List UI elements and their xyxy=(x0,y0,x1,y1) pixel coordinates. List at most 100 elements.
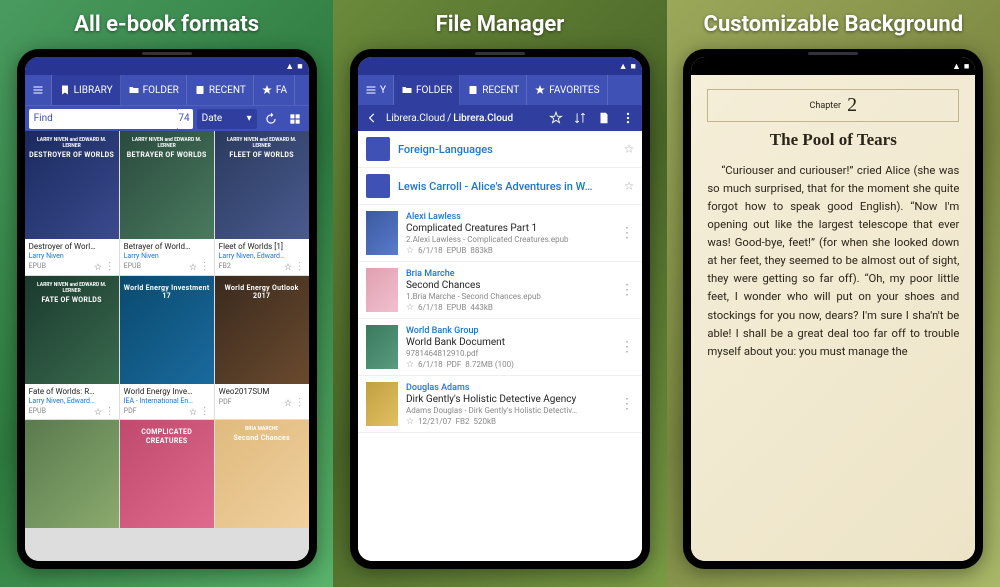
star-icon[interactable] xyxy=(406,360,414,368)
top-toolbar: Y FOLDER RECENT FAVORITES xyxy=(358,75,642,105)
tab-recent[interactable]: RECENT xyxy=(460,75,527,105)
folder-name: Foreign-Languages xyxy=(398,143,616,156)
book-icon xyxy=(467,84,479,96)
tab-favorites[interactable]: FAVORITES xyxy=(527,75,607,105)
sort-icon xyxy=(573,111,587,125)
book-format: PDF xyxy=(219,398,232,407)
menu-button[interactable] xyxy=(25,75,52,105)
card-button[interactable] xyxy=(594,108,614,128)
file-cover xyxy=(366,268,398,312)
chevron-down-icon: ▾ xyxy=(247,113,252,124)
star-icon[interactable] xyxy=(406,417,414,425)
star-icon[interactable] xyxy=(284,399,292,407)
book-item[interactable]: LARRY NIVEN and EDWARD M. LERNERBETRAYER… xyxy=(120,131,214,275)
status-bar: ▲■ xyxy=(358,57,642,75)
app-screen-folder: ▲■ Y FOLDER RECENT FAVORITES Librera.Clo… xyxy=(358,57,642,561)
back-button[interactable] xyxy=(362,108,382,128)
star-icon xyxy=(549,111,563,125)
more-icon[interactable]: ⋮ xyxy=(200,409,210,415)
book-item[interactable]: BRIA MARCHESecond Chances xyxy=(215,420,309,528)
sort-select[interactable]: Date▾ xyxy=(197,109,257,129)
view-grid-button[interactable] xyxy=(285,109,305,129)
book-title: Fleet of Worlds [1] xyxy=(219,242,305,252)
book-cover: LARRY NIVEN and EDWARD M. LERNERBETRAYER… xyxy=(120,131,214,239)
star-icon[interactable] xyxy=(94,408,102,416)
file-size: 8.72MB (100) xyxy=(465,360,514,369)
breadcrumb-path[interactable]: Librera.Cloud/Librera.Cloud xyxy=(386,113,542,124)
more-icon[interactable]: ⋮ xyxy=(620,400,634,408)
star-icon[interactable] xyxy=(624,181,634,191)
book-item[interactable]: LARRY NIVEN and EDWARD M. LERNERFATE OF … xyxy=(25,276,119,420)
book-grid: LARRY NIVEN and EDWARD M. LERNERDESTROYE… xyxy=(25,131,309,561)
bookmark-icon xyxy=(59,84,71,96)
more-icon[interactable]: ⋮ xyxy=(200,264,210,270)
folder-icon xyxy=(366,174,390,198)
book-item[interactable] xyxy=(25,420,119,528)
file-title: Dirk Gently's Holistic Detective Agency xyxy=(406,394,612,405)
reader-page[interactable]: Chapter 2 The Pool of Tears “Curiouser a… xyxy=(691,75,975,561)
tab-label: RECENT xyxy=(482,85,519,96)
book-item[interactable]: World Energy Outlook 2017Weo2017SUMPDF⋮ xyxy=(215,276,309,420)
file-list: Foreign-Languages Lewis Carroll - Alice's… xyxy=(358,131,642,561)
book-item[interactable]: LARRY NIVEN and EDWARD M. LERNERDESTROYE… xyxy=(25,131,119,275)
book-item[interactable]: LARRY NIVEN and EDWARD M. LERNERFLEET OF… xyxy=(215,131,309,275)
menu-button[interactable]: Y xyxy=(358,75,394,105)
star-icon[interactable] xyxy=(624,144,634,154)
more-icon[interactable]: ⋮ xyxy=(620,286,634,294)
file-name: 9781464812910.pdf xyxy=(406,349,612,358)
more-icon[interactable]: ⋮ xyxy=(620,229,634,237)
file-row[interactable]: Bria MarcheSecond Chances1.Bria Marche -… xyxy=(358,262,642,319)
book-format: FB2 xyxy=(219,262,231,271)
reader-body: “Curiouser and curiouser!” cried Alice (… xyxy=(707,162,959,361)
more-icon xyxy=(621,111,635,125)
status-bar: ▲■ xyxy=(691,57,975,75)
file-name: 1.Bria Marche - Second Chances.epub xyxy=(406,292,612,301)
more-icon[interactable]: ⋮ xyxy=(105,409,115,415)
folder-row[interactable]: Lewis Carroll - Alice's Adventures in W… xyxy=(358,168,642,205)
star-icon[interactable] xyxy=(189,408,197,416)
top-toolbar: LIBRARY FOLDER RECENT FA xyxy=(25,75,309,105)
more-icon[interactable]: ⋮ xyxy=(295,264,305,270)
more-icon[interactable]: ⋮ xyxy=(620,343,634,351)
result-count: 74 xyxy=(178,109,192,129)
search-input[interactable] xyxy=(29,109,179,129)
refresh-button[interactable] xyxy=(261,109,281,129)
star-icon[interactable] xyxy=(406,246,414,254)
favorite-path-button[interactable] xyxy=(546,108,566,128)
star-icon[interactable] xyxy=(94,263,102,271)
star-icon[interactable] xyxy=(406,303,414,311)
more-icon[interactable]: ⋮ xyxy=(295,400,305,406)
tab-recent[interactable]: RECENT xyxy=(187,75,254,105)
book-item[interactable]: World Energy Investment 17World Energy I… xyxy=(120,276,214,420)
book-cover: World Energy Outlook 2017 xyxy=(215,276,309,384)
book-cover: BRIA MARCHESecond Chances xyxy=(215,420,309,528)
tab-favorites[interactable]: FA xyxy=(254,75,295,105)
star-icon[interactable] xyxy=(284,263,292,271)
file-title: World Bank Document xyxy=(406,337,612,348)
star-icon xyxy=(534,84,546,96)
sort-button[interactable] xyxy=(570,108,590,128)
file-cover xyxy=(366,211,398,255)
refresh-icon xyxy=(264,112,278,126)
chapter-title: The Pool of Tears xyxy=(707,130,959,150)
promo-panel-filemanager: File Manager ▲■ Y FOLDER RECENT FAVORITE… xyxy=(333,0,666,587)
more-icon[interactable]: ⋮ xyxy=(105,264,115,270)
more-button[interactable] xyxy=(618,108,638,128)
tab-folder[interactable]: FOLDER xyxy=(394,75,460,105)
folder-row[interactable]: Foreign-Languages xyxy=(358,131,642,168)
file-author: Bria Marche xyxy=(406,269,612,279)
book-cover: LARRY NIVEN and EDWARD M. LERNERFLEET OF… xyxy=(215,131,309,239)
book-title: Fate of Worlds: R… xyxy=(29,387,115,397)
star-icon[interactable] xyxy=(189,263,197,271)
book-item[interactable]: COMPLICATED CREATURES xyxy=(120,420,214,528)
chevron-left-icon xyxy=(365,111,379,125)
folder-name: Lewis Carroll - Alice's Adventures in W… xyxy=(398,180,616,193)
tab-library[interactable]: LIBRARY xyxy=(52,75,121,105)
file-size: 883kB xyxy=(470,246,493,255)
file-row[interactable]: World Bank GroupWorld Bank Document97814… xyxy=(358,319,642,376)
file-author: World Bank Group xyxy=(406,326,612,336)
panel-title: File Manager xyxy=(436,12,565,37)
file-row[interactable]: Alexi LawlessComplicated Creatures Part … xyxy=(358,205,642,262)
file-row[interactable]: Douglas AdamsDirk Gently's Holistic Dete… xyxy=(358,376,642,433)
tab-folder[interactable]: FOLDER xyxy=(121,75,187,105)
